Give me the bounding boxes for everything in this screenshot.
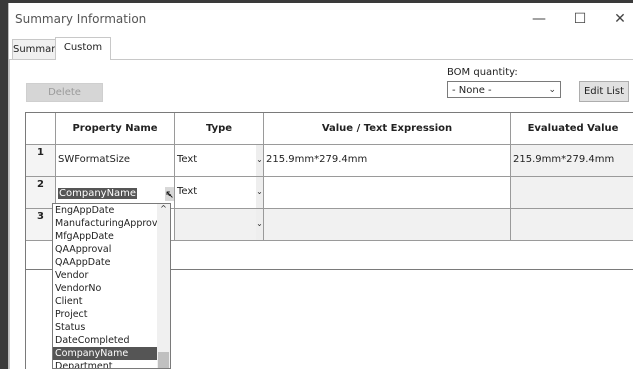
mouse-cursor-icon: ↖ (165, 188, 175, 201)
header-value-expression: Value / Text Expression (264, 113, 511, 145)
dropdown-item[interactable]: VendorNo (53, 282, 170, 295)
bom-quantity-label: BOM quantity: (447, 67, 518, 78)
chevron-down-icon[interactable]: ⌄ (256, 145, 263, 176)
dropdown-scrollbar[interactable]: ^ (157, 204, 170, 368)
type-cell[interactable]: Text ⌄ (175, 145, 264, 177)
tab-summary[interactable]: Summary (12, 39, 61, 59)
title-bar: Summary Information — ☐ ✕ (9, 3, 633, 35)
chevron-down-icon: ⌄ (548, 85, 556, 95)
type-value: Text (177, 154, 198, 165)
header-evaluated-value: Evaluated Value (511, 113, 633, 145)
dropdown-item[interactable]: EngAppDate (53, 204, 170, 217)
evaluated-value-cell: 215.9mm*279.4mm (511, 145, 633, 177)
header-num (26, 113, 56, 145)
maximize-icon[interactable]: ☐ (569, 9, 591, 29)
tab-strip: Summary Custom (9, 37, 633, 60)
row-number: 1 (26, 145, 56, 177)
property-name-cell[interactable]: SWFormatSize (56, 145, 175, 177)
edit-list-button[interactable]: Edit List (579, 81, 629, 102)
dropdown-item-selected[interactable]: CompanyName (53, 347, 170, 360)
window-frame-left (0, 0, 8, 369)
property-name-selected: CompanyName (58, 188, 138, 199)
chevron-down-icon[interactable]: ⌄ (256, 209, 263, 240)
scrollbar-thumb[interactable] (158, 352, 169, 368)
value-expression-cell[interactable] (264, 177, 511, 209)
dropdown-item[interactable]: Department (53, 360, 170, 368)
dropdown-item[interactable]: Vendor (53, 269, 170, 282)
close-icon[interactable]: ✕ (609, 9, 631, 29)
delete-button[interactable]: Delete (26, 83, 103, 102)
scroll-up-icon[interactable]: ^ (157, 204, 170, 214)
dropdown-item[interactable]: Project (53, 308, 170, 321)
dropdown-item[interactable]: Status (53, 321, 170, 334)
dropdown-item[interactable]: DateCompleted (53, 334, 170, 347)
type-cell[interactable]: Text ⌄ (175, 177, 264, 209)
window-title: Summary Information (15, 12, 147, 26)
table-edge (25, 270, 26, 369)
dropdown-item[interactable]: QAAppDate (53, 256, 170, 269)
value-expression-cell[interactable]: 215.9mm*279.4mm (264, 145, 511, 177)
dropdown-item[interactable]: Client (53, 295, 170, 308)
tab-custom[interactable]: Custom (55, 37, 111, 60)
bom-quantity-select[interactable]: - None - ⌄ (447, 81, 561, 98)
value-expression-cell[interactable] (264, 209, 511, 241)
evaluated-value-cell (511, 177, 633, 209)
dropdown-item[interactable]: ManufacturingApproval (53, 217, 170, 230)
type-value: Text (177, 186, 198, 197)
property-name-dropdown-list[interactable]: EngAppDate ManufacturingApproval MfgAppD… (52, 203, 171, 369)
evaluated-value-cell (511, 209, 633, 241)
header-type: Type (175, 113, 264, 145)
chevron-down-icon[interactable]: ⌄ (256, 177, 263, 208)
header-property-name: Property Name (56, 113, 175, 145)
dropdown-item[interactable]: QAApproval (53, 243, 170, 256)
bom-quantity-value: - None - (452, 85, 492, 96)
minimize-icon[interactable]: — (528, 9, 550, 29)
type-cell[interactable]: ⌄ (175, 209, 264, 241)
dropdown-item[interactable]: MfgAppDate (53, 230, 170, 243)
